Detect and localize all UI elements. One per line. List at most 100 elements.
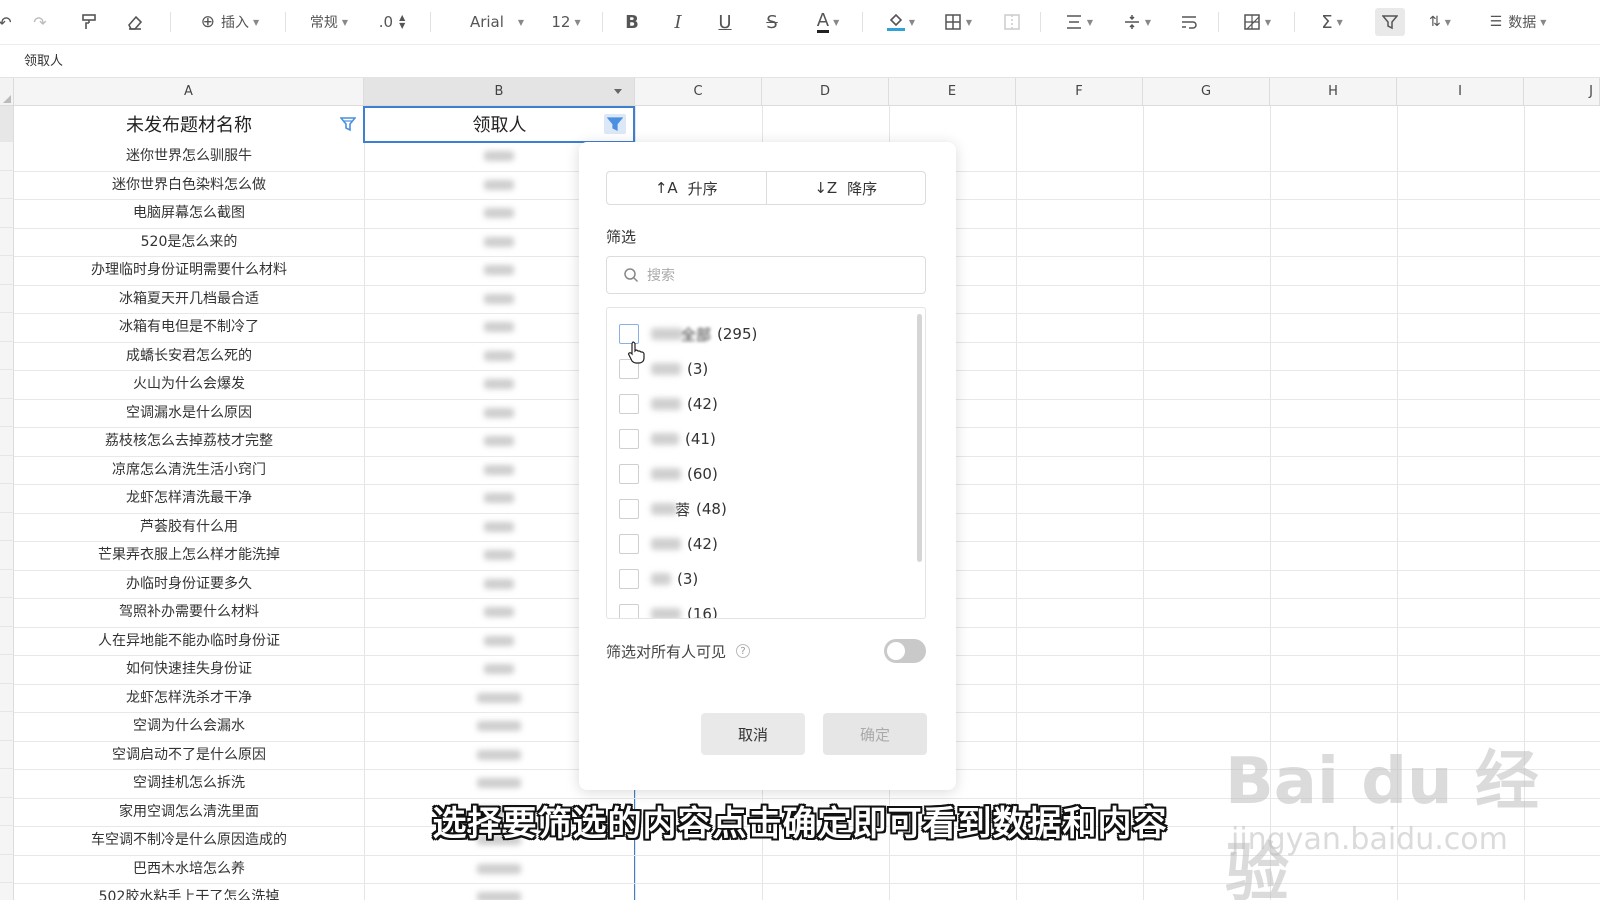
row-header[interactable]: [0, 712, 14, 741]
table-cell-topic[interactable]: 如何快速挂失身份证: [14, 655, 364, 683]
checkbox[interactable]: [619, 534, 639, 554]
row-header[interactable]: [0, 370, 14, 399]
row-header[interactable]: [0, 569, 14, 598]
table-cell-topic[interactable]: 冰箱夏天开几档最合适: [14, 285, 364, 313]
table-cell-topic[interactable]: 空调启动不了是什么原因: [14, 741, 364, 769]
sum-button[interactable]: Σ ▼: [1312, 8, 1352, 36]
table-cell-assignee-redacted[interactable]: [364, 883, 634, 900]
table-cell-topic[interactable]: 龙虾怎样清洗最干净: [14, 484, 364, 512]
row-header[interactable]: [0, 512, 14, 541]
list-scrollbar[interactable]: [917, 314, 922, 562]
font-size-select[interactable]: 12 ▼: [546, 8, 586, 36]
table-cell-topic[interactable]: 人在异地能不能办临时身份证: [14, 627, 364, 655]
redo-icon[interactable]: ↷: [28, 8, 52, 36]
column-header-d[interactable]: D: [762, 78, 889, 106]
row-header[interactable]: [0, 199, 14, 228]
filter-value-option[interactable]: 蓉 (48): [619, 498, 727, 520]
table-cell-topic[interactable]: 冰箱有电但是不制冷了: [14, 313, 364, 341]
table-cell-topic[interactable]: 520是怎么来的: [14, 228, 364, 256]
filter-value-option[interactable]: (42): [619, 533, 718, 555]
sort-descending-button[interactable]: ↓Z 降序: [765, 172, 926, 204]
table-cell-topic[interactable]: 空调漏水是什么原因: [14, 399, 364, 427]
eraser-icon[interactable]: [122, 8, 148, 36]
conditional-format-button[interactable]: ▼: [1236, 8, 1278, 36]
insert-button[interactable]: ⊕ 插入 ▼: [190, 8, 270, 36]
checkbox[interactable]: [619, 394, 639, 414]
table-cell-topic[interactable]: 龙虾怎样洗杀才干净: [14, 684, 364, 712]
checkbox[interactable]: [619, 569, 639, 589]
row-header[interactable]: [0, 170, 14, 199]
align-button[interactable]: ▼: [1058, 8, 1100, 36]
confirm-button[interactable]: 确定: [823, 713, 927, 755]
wrap-text-icon[interactable]: [1176, 8, 1202, 36]
row-header[interactable]: [0, 284, 14, 313]
column-header-g[interactable]: G: [1143, 78, 1270, 106]
decimal-stepper[interactable]: .0 ▲ ▼: [372, 8, 412, 36]
row-header[interactable]: [0, 142, 14, 171]
sort-ascending-button[interactable]: ↑A 升序: [607, 172, 766, 204]
table-cell-topic[interactable]: 巴西木水培怎么养: [14, 855, 364, 883]
column-header-b[interactable]: B: [364, 78, 635, 106]
table-cell-topic[interactable]: 迷你世界怎么驯服牛: [14, 142, 364, 170]
column-header-e[interactable]: E: [889, 78, 1016, 106]
italic-icon[interactable]: I: [666, 8, 690, 36]
filter-value-option[interactable]: (3): [619, 568, 698, 590]
filter-values-list[interactable]: 全部 (295) (3) (42) (41) (60) 蓉 (48) (42) (3) (16): [606, 307, 926, 619]
column-header-i[interactable]: I: [1397, 78, 1524, 106]
row-header[interactable]: [0, 769, 14, 798]
checkbox[interactable]: [619, 464, 639, 484]
table-cell-topic[interactable]: 空调为什么会漏水: [14, 712, 364, 740]
column-header-c[interactable]: C: [635, 78, 762, 106]
header-cell-a[interactable]: 未发布题材名称: [14, 106, 364, 142]
checkbox[interactable]: [619, 429, 639, 449]
filter-search-input[interactable]: 搜索: [606, 256, 926, 294]
row-header-1[interactable]: [0, 106, 14, 142]
row-header[interactable]: [0, 655, 14, 684]
table-cell-topic[interactable]: 驾照补办需要什么材料: [14, 598, 364, 626]
font-family-select[interactable]: Arial ▼: [462, 8, 532, 36]
borders-button[interactable]: ▼: [938, 8, 978, 36]
row-header[interactable]: [0, 626, 14, 655]
row-header[interactable]: [0, 598, 14, 627]
table-cell-topic[interactable]: 502胶水粘手上干了怎么洗掉: [14, 883, 364, 900]
number-format-select[interactable]: 常规 ▼: [304, 8, 354, 36]
row-header[interactable]: [0, 398, 14, 427]
data-menu-button[interactable]: ☰ 数据 ▼: [1478, 8, 1558, 36]
filter-value-option[interactable]: (16): [619, 603, 718, 618]
row-header[interactable]: [0, 455, 14, 484]
table-cell-topic[interactable]: 迷你世界白色染料怎么做: [14, 171, 364, 199]
row-header[interactable]: [0, 683, 14, 712]
row-header[interactable]: [0, 883, 14, 900]
undo-icon[interactable]: ↶: [0, 8, 12, 36]
table-cell-topic[interactable]: 凉席怎么清洗生活小窍门: [14, 456, 364, 484]
filter-value-option[interactable]: (60): [619, 463, 718, 485]
merge-cells-icon[interactable]: [1000, 8, 1024, 36]
help-icon[interactable]: ?: [736, 644, 751, 658]
table-cell-topic[interactable]: 电脑屏幕怎么截图: [14, 199, 364, 227]
table-cell-assignee-redacted[interactable]: [364, 855, 634, 883]
table-cell-topic[interactable]: 火山为什么会爆发: [14, 370, 364, 398]
table-cell-topic[interactable]: 办临时身份证要多久: [14, 570, 364, 598]
table-cell-topic[interactable]: 空调挂机怎么拆洗: [14, 769, 364, 797]
column-filter-icon[interactable]: [340, 116, 356, 132]
row-header[interactable]: [0, 313, 14, 342]
sort-button[interactable]: ⇅ ▼: [1420, 8, 1460, 36]
row-header[interactable]: [0, 854, 14, 883]
row-header[interactable]: [0, 227, 14, 256]
checkbox[interactable]: [619, 499, 639, 519]
underline-icon[interactable]: U: [713, 8, 737, 36]
font-color-button[interactable]: A ▼: [808, 8, 848, 36]
checkbox[interactable]: [619, 604, 639, 618]
table-cell-topic[interactable]: 成蟜长安君怎么死的: [14, 342, 364, 370]
table-cell-topic[interactable]: 芦荟胶有什么用: [14, 513, 364, 541]
row-header[interactable]: [0, 427, 14, 456]
vertical-align-button[interactable]: ▼: [1116, 8, 1158, 36]
table-cell-topic[interactable]: 办理临时身份证明需要什么材料: [14, 256, 364, 284]
cancel-button[interactable]: 取消: [701, 713, 805, 755]
filter-toggle-button[interactable]: [1375, 8, 1405, 36]
row-header[interactable]: [0, 341, 14, 370]
row-header[interactable]: [0, 740, 14, 769]
row-header[interactable]: [0, 256, 14, 285]
select-all-corner[interactable]: [0, 78, 14, 106]
table-cell-topic[interactable]: 荔枝核怎么去掉荔枝才完整: [14, 427, 364, 455]
